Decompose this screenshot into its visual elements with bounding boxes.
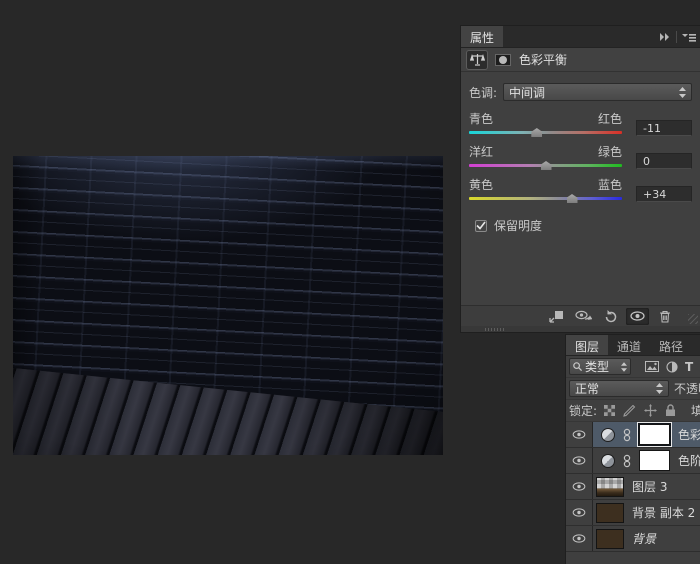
panel-title: 色彩平衡	[519, 51, 567, 68]
magenta-label: 洋红	[469, 143, 493, 160]
lock-position-icon[interactable]	[644, 404, 657, 417]
layer-row-background[interactable]: 背景	[566, 526, 700, 552]
yellow-label: 黄色	[469, 176, 493, 193]
delete-adjustment-icon[interactable]	[653, 308, 676, 325]
lock-image-icon[interactable]	[623, 405, 636, 417]
adjustment-layer-icon	[601, 454, 615, 468]
filter-kind-value: 类型	[585, 358, 609, 375]
tone-select[interactable]: 中间调	[503, 83, 692, 101]
preserve-luminosity-label: 保留明度	[494, 217, 542, 234]
yellow-blue-track[interactable]	[469, 197, 622, 200]
search-icon	[573, 362, 582, 371]
visibility-eye-icon[interactable]	[566, 526, 593, 551]
view-previous-state-icon[interactable]	[572, 308, 595, 325]
layer-list-empty-area	[566, 552, 700, 564]
yellow-blue-slider-group: 黄色 蓝色 +34	[469, 176, 692, 200]
green-label: 绿色	[598, 143, 622, 160]
document-canvas[interactable]	[13, 156, 443, 455]
blend-mode-select[interactable]: 正常	[569, 380, 669, 397]
layer-mask-thumbnail[interactable]	[639, 424, 670, 445]
layers-tabbar: 图层 通道 路径	[566, 335, 700, 356]
magenta-green-thumb[interactable]	[541, 161, 552, 170]
properties-footer	[461, 305, 700, 326]
layer-filter-row: 类型 T	[566, 356, 700, 378]
layer-thumbnail[interactable]	[596, 503, 624, 523]
cyan-red-track[interactable]	[469, 131, 622, 134]
lock-transparency-icon[interactable]	[604, 405, 615, 416]
layer-row-background-copy2[interactable]: 背景 副本 2	[566, 500, 700, 526]
blend-mode-value: 正常	[575, 380, 599, 397]
red-label: 红色	[598, 110, 622, 127]
panel-resize-grip[interactable]	[688, 314, 698, 324]
mask-link-icon[interactable]	[623, 454, 631, 468]
layer-name[interactable]: 图层 3	[632, 478, 667, 495]
layer-thumbnail[interactable]	[596, 529, 624, 549]
color-balance-scale-icon[interactable]	[467, 51, 487, 69]
layer-row-color-balance[interactable]: 色彩平衡	[566, 422, 700, 448]
mask-link-icon[interactable]	[623, 428, 631, 442]
lock-row: 锁定: 填充:	[566, 400, 700, 422]
fill-label: 填充:	[691, 402, 700, 419]
collapse-panel-icon[interactable]	[659, 33, 671, 41]
layer-row-layer3[interactable]: 图层 3	[566, 474, 700, 500]
tab-properties[interactable]: 属性	[461, 26, 503, 47]
updown-arrows-icon	[656, 383, 663, 394]
filter-pixel-layers-icon[interactable]	[645, 361, 659, 372]
filter-adjustment-layers-icon[interactable]	[666, 361, 678, 373]
lock-all-icon[interactable]	[665, 404, 676, 417]
filter-type-layers-icon[interactable]: T	[685, 360, 693, 374]
cyan-label: 青色	[469, 110, 493, 127]
layer-name[interactable]: 背景 副本 2	[632, 504, 695, 521]
cyan-red-slider-group: 青色 红色 -11	[469, 110, 692, 134]
visibility-eye-icon[interactable]	[566, 422, 593, 447]
layer-name[interactable]: 背景	[632, 530, 656, 547]
filter-kind-select[interactable]: 类型	[569, 358, 631, 375]
yellow-blue-thumb[interactable]	[567, 194, 578, 203]
panel-menu-icon[interactable]	[682, 33, 696, 42]
adjustment-header: 色彩平衡	[461, 48, 700, 72]
tone-label: 色调:	[469, 84, 497, 101]
cyan-red-value[interactable]: -11	[636, 120, 692, 136]
adjustment-layer-icon	[601, 428, 615, 442]
tab-layers[interactable]: 图层	[566, 335, 608, 355]
layer-name[interactable]: 色彩平衡	[678, 426, 700, 443]
tab-channels[interactable]: 通道	[608, 335, 650, 355]
blend-row: 正常 不透明度:	[566, 378, 700, 400]
yellow-blue-value[interactable]: +34	[636, 186, 692, 202]
canvas-vignette	[13, 156, 443, 455]
reset-icon[interactable]	[599, 308, 622, 325]
magenta-green-slider-group: 洋红 绿色 0	[469, 143, 692, 167]
visibility-eye-icon[interactable]	[566, 500, 593, 525]
layer-mask-thumbnail[interactable]	[639, 450, 670, 471]
magenta-green-value[interactable]: 0	[636, 153, 692, 169]
opacity-label: 不透明度:	[674, 380, 700, 397]
visibility-eye-icon[interactable]	[566, 448, 593, 473]
magenta-green-track[interactable]	[469, 164, 622, 167]
preserve-luminosity-checkbox[interactable]	[475, 220, 487, 232]
layer-mask-icon[interactable]	[493, 51, 513, 69]
tone-value: 中间调	[509, 84, 545, 101]
visibility-eye-icon[interactable]	[566, 474, 593, 499]
panel-drag-strip[interactable]	[461, 326, 700, 332]
layers-panel: 图层 通道 路径 类型 T 正常 不透明度:	[566, 335, 700, 564]
layer-list: 色彩平衡 色阶 图层 3	[566, 422, 700, 564]
updown-arrows-icon	[679, 87, 686, 98]
layer-name[interactable]: 色阶	[678, 452, 700, 469]
toggle-visibility-icon[interactable]	[626, 308, 649, 325]
layer-row-levels[interactable]: 色阶	[566, 448, 700, 474]
cyan-red-thumb[interactable]	[531, 128, 542, 137]
lock-label: 锁定:	[569, 402, 597, 419]
properties-tabbar: 属性	[461, 26, 700, 48]
clip-to-layer-icon[interactable]	[545, 308, 568, 325]
divider	[676, 31, 677, 43]
blue-label: 蓝色	[598, 176, 622, 193]
updown-arrows-icon	[621, 362, 627, 372]
tab-paths[interactable]: 路径	[650, 335, 692, 355]
properties-panel: 属性 色彩平衡 色调:	[461, 26, 700, 332]
layer-thumbnail[interactable]	[596, 477, 624, 497]
